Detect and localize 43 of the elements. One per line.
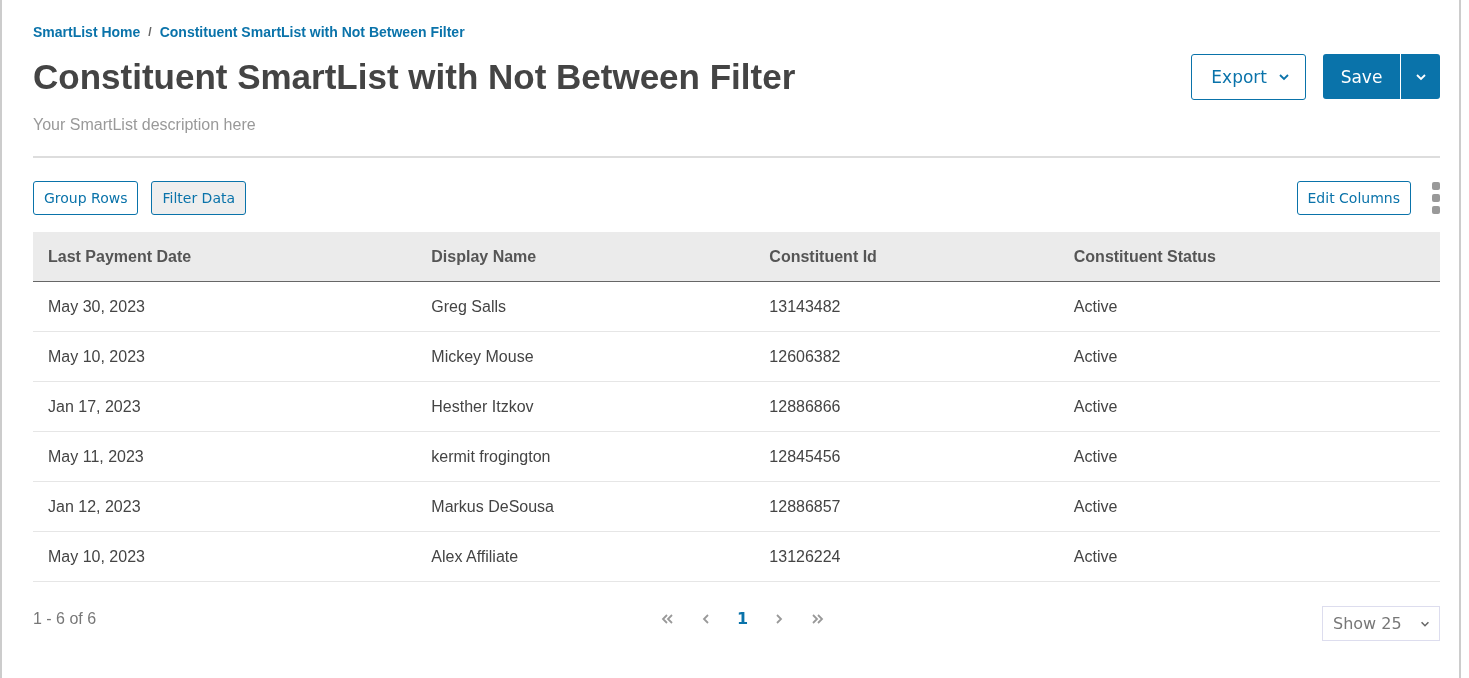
table-cell: kermit frogington (416, 431, 755, 482)
table-cell: Mickey Mouse (416, 331, 755, 382)
save-button[interactable]: Save (1323, 54, 1400, 99)
table-cell: Jan 17, 2023 (33, 381, 417, 432)
breadcrumb-separator: / (148, 25, 152, 39)
table-cell: 12845456 (754, 431, 1059, 482)
table-cell: Hesther Itzkov (416, 381, 755, 432)
column-header[interactable]: Last Payment Date (33, 232, 417, 282)
breadcrumb-link[interactable]: SmartList Home (33, 24, 141, 40)
more-options-icon[interactable] (1432, 182, 1440, 214)
table-cell: Active (1058, 381, 1440, 432)
table-cell: May 10, 2023 (33, 531, 417, 582)
description: Your SmartList description here (33, 116, 257, 134)
table-cell: May 30, 2023 (33, 281, 417, 332)
table-cell: 12606382 (754, 331, 1059, 382)
table-cell: May 10, 2023 (33, 331, 417, 382)
result-count: 1 - 6 of 6 (33, 609, 98, 628)
column-header[interactable]: Constituent Status (1058, 232, 1440, 282)
column-header[interactable]: Display Name (416, 232, 755, 282)
table-cell: Active (1058, 281, 1440, 332)
page-number[interactable]: 1 (736, 609, 749, 628)
table-cell: 13143482 (754, 281, 1059, 332)
table-cell: 12886857 (754, 481, 1059, 532)
table-cell: May 11, 2023 (33, 431, 417, 482)
table-cell: Active (1058, 531, 1440, 582)
table-cell: Active (1058, 331, 1440, 382)
table-cell: Active (1058, 431, 1440, 482)
toolbar-button[interactable]: Group Rows (33, 181, 139, 215)
export-button[interactable]: Export (1191, 54, 1306, 100)
table-cell: Greg Salls (416, 281, 755, 332)
column-header[interactable]: Constituent Id (754, 232, 1059, 282)
save-dropdown-button[interactable] (1400, 54, 1440, 99)
toolbar-button[interactable]: Filter Data (151, 181, 247, 215)
table-cell: 13126224 (754, 531, 1059, 582)
table-cell: Alex Affiliate (416, 531, 755, 582)
page-size-select[interactable]: Show 25 (1322, 606, 1440, 641)
breadcrumb-link[interactable]: Constituent SmartList with Not Between Filter (159, 24, 465, 40)
edit-columns-button[interactable]: Edit Columns (1296, 181, 1411, 215)
page-title: Constituent SmartList with Not Between Filter (33, 57, 796, 97)
table-cell: Markus DeSousa (416, 481, 755, 532)
table-cell: Jan 12, 2023 (33, 481, 417, 532)
table-cell: Active (1058, 481, 1440, 532)
table-cell: 12886866 (754, 381, 1059, 432)
